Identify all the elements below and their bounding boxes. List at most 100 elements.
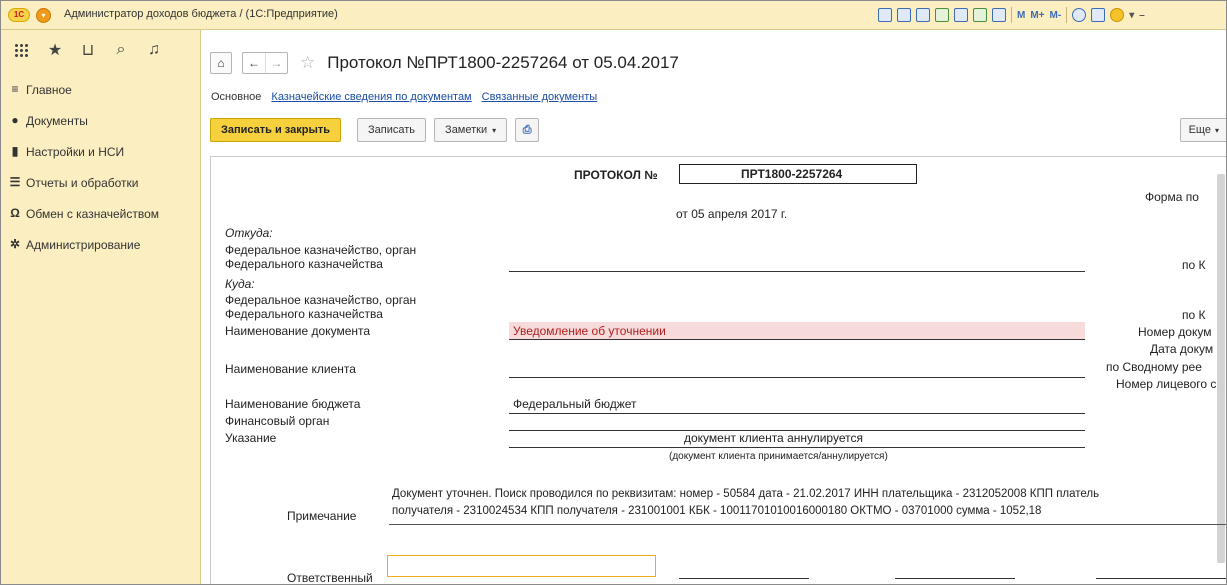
settings-book-icon: ▮ (11, 144, 19, 158)
to-org-line1: Федеральное казначейство, орган (225, 293, 417, 307)
vertical-scrollbar[interactable] (1215, 157, 1227, 584)
form-code-label: Форма по (1145, 190, 1199, 204)
window-icon[interactable] (1091, 8, 1106, 22)
tab-treasury-info[interactable]: Казначейские сведения по документам (271, 91, 471, 103)
instruction-hint: (документ клиента принимается/аннулирует… (669, 451, 888, 462)
sidebar-item-treasury-exchange[interactable]: Ω Обмен с казначейством (0, 198, 200, 229)
history-icon[interactable]: ⊔ (80, 40, 96, 60)
menu-lines-icon: ≡ (11, 82, 19, 96)
instruction-underline (509, 447, 1085, 448)
doc-name-value: Уведомление об уточнении (513, 324, 666, 338)
from-label: Откуда: (225, 226, 273, 240)
preview-button[interactable]: ⎙ (515, 118, 540, 142)
sidebar-item-label: Администрирование (26, 237, 141, 252)
main-menu-button[interactable]: ▾ (36, 8, 51, 23)
tree-icon[interactable] (935, 8, 949, 22)
name-underline (1096, 578, 1227, 579)
zoom-icon[interactable] (1072, 8, 1087, 22)
title-bar: 1С ▾ Администратор доходов бюджета / (1С… (0, 0, 1227, 30)
link-icon[interactable] (954, 8, 968, 22)
sidebar-item-settings[interactable]: ▮ Настройки и НСИ (0, 136, 200, 167)
grid-menu-icon[interactable] (14, 43, 30, 57)
doc-name-label: Наименование документа (225, 324, 371, 338)
protocol-label: ПРОТОКОЛ № (574, 168, 658, 182)
sidebar-toolbar: ★ ⊔ ⌕ ♫ (14, 40, 162, 60)
sidebar-item-reports[interactable]: ☰ Отчеты и обработки (0, 167, 200, 198)
home-button[interactable]: ⌂ (210, 52, 232, 74)
chevron-down-icon: ▾ (1214, 125, 1219, 135)
back-arrow-icon[interactable]: ← (243, 53, 265, 73)
info-icon[interactable] (1110, 8, 1125, 22)
print-preview-icon: ⎙ (522, 123, 532, 136)
command-bar: Записать и закрыть Записать Заметки ▾ ⎙ (210, 118, 540, 142)
date-line: от 05 апреля 2017 г. (676, 207, 788, 221)
fin-org-label: Финансовый орган (225, 414, 330, 428)
client-underline (509, 377, 1085, 378)
forward-arrow-icon[interactable]: → (265, 53, 287, 73)
memory-plus-button[interactable]: M+ (1030, 10, 1044, 21)
budget-underline (509, 413, 1085, 414)
responsible-field[interactable] (387, 555, 656, 577)
account-label: Номер лицевого с (1116, 377, 1217, 391)
chevron-down-icon: ▾ (492, 125, 497, 135)
notes-label: Заметки (445, 124, 488, 136)
sidebar: ★ ⊔ ⌕ ♫ ≡ Главное ● Документы ▮ Настройк… (0, 30, 201, 585)
document-window: ⌂ ← → ☆ Протокол №ПРТ1800-2257264 от 05.… (202, 30, 1227, 585)
okpo-label-1: по К (1182, 258, 1206, 272)
memory-minus-button[interactable]: M- (1050, 10, 1062, 21)
gear-icon: ✲ (9, 237, 21, 251)
position-underline (679, 578, 809, 579)
doc-number-label: Номер докум (1138, 325, 1212, 339)
doc-date-label: Дата докум (1150, 342, 1214, 356)
sidebar-item-main[interactable]: ≡ Главное (0, 74, 200, 105)
tab-linked-documents[interactable]: Связанные документы (482, 91, 598, 103)
notes-button[interactable]: Заметки ▾ (434, 118, 508, 142)
search-icon[interactable]: ⌕ (113, 41, 129, 59)
budget-label: Наименование бюджета (225, 397, 361, 411)
favorites-star-icon[interactable]: ★ (47, 40, 63, 60)
save-and-close-button[interactable]: Записать и закрыть (210, 118, 342, 142)
from-org-line2: Федерального казначейства (225, 257, 383, 271)
to-org-line2: Федерального казначейства (225, 307, 383, 321)
reports-icon: ☰ (9, 175, 21, 189)
okpo-label-2: по К (1182, 308, 1206, 322)
favorite-star-icon[interactable]: ☆ (300, 53, 315, 73)
history-nav: ← → (242, 52, 288, 74)
sidebar-nav: ≡ Главное ● Документы ▮ Настройки и НСИ … (0, 74, 200, 260)
print-icon[interactable] (897, 8, 911, 22)
note-text-line1: Документ уточнен. Поиск проводился по ре… (392, 488, 1100, 500)
omega-icon: Ω (10, 206, 20, 220)
calendar-icon[interactable] (992, 8, 1006, 22)
printed-form: ПРОТОКОЛ № ПРТ1800-2257264 Форма по от 0… (210, 156, 1227, 585)
page-title: Протокол №ПРТ1800-2257264 от 05.04.2017 (327, 53, 679, 72)
bell-icon[interactable]: ♫ (146, 41, 162, 59)
save-button[interactable]: Записать (357, 118, 427, 142)
more-button[interactable]: Еще ▾ (1179, 118, 1227, 142)
budget-value: Федеральный бюджет (513, 397, 637, 411)
tab-main[interactable]: Основное (211, 91, 261, 103)
sidebar-item-label: Отчеты и обработки (26, 175, 139, 190)
preview-icon[interactable] (916, 8, 930, 22)
note-label: Примечание (287, 509, 357, 523)
minimize-icon[interactable]: – (1139, 10, 1145, 21)
instruction-value: документ клиента аннулируется (684, 431, 863, 445)
save-icon[interactable] (878, 8, 892, 22)
sidebar-item-label: Обмен с казначейством (26, 206, 160, 221)
dropdown-arrow-icon[interactable]: ▾ (1129, 10, 1134, 21)
responsible-label: Ответственный (287, 571, 373, 585)
sidebar-item-documents[interactable]: ● Документы (0, 105, 200, 136)
separator (1011, 7, 1012, 23)
memory-m-button[interactable]: M (1017, 10, 1025, 21)
instruction-label: Указание (225, 431, 277, 445)
form-tabs: Основное Казначейские сведения по докуме… (211, 91, 597, 103)
separator (1066, 7, 1068, 23)
sidebar-item-administration[interactable]: ✲ Администрирование (0, 229, 200, 260)
sidebar-item-label: Документы (26, 113, 88, 128)
home-icon: ⌂ (217, 56, 225, 70)
calculator-icon[interactable] (973, 8, 987, 22)
document-header: ⌂ ← → ☆ Протокол №ПРТ1800-2257264 от 05.… (210, 52, 679, 74)
sidebar-item-label: Настройки и НСИ (26, 144, 125, 159)
note-underline (389, 524, 1227, 525)
svod-label: по Сводному рее (1106, 360, 1202, 374)
app-logo-icon: 1С (8, 8, 30, 22)
